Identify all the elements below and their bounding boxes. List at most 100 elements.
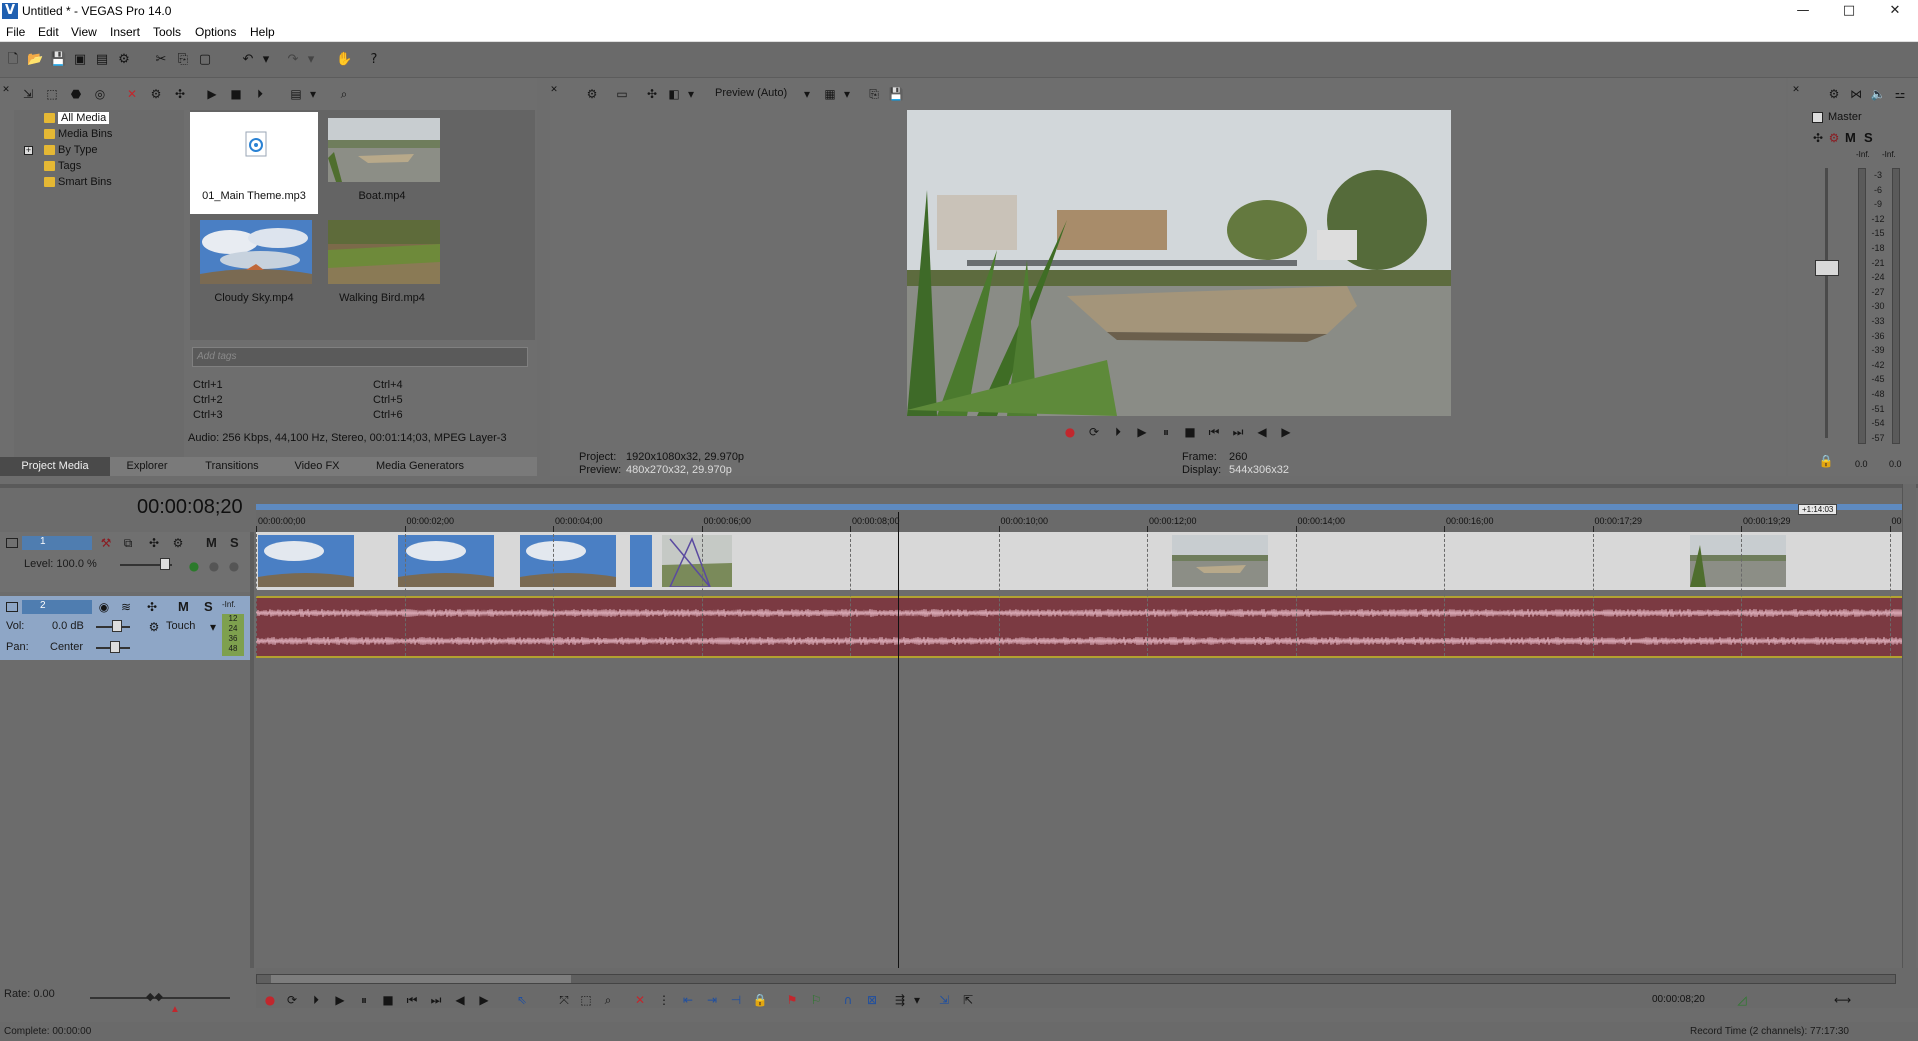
new-project-icon[interactable]: 🗋 [5, 52, 21, 68]
panel-close-icon[interactable]: ✕ [1792, 82, 1800, 98]
video-clip-cloudy-sky-2[interactable] [520, 535, 752, 587]
panel-close-icon[interactable]: ✕ [2, 82, 10, 98]
audio-track-header[interactable]: 2 ◉ ≋ ✣ M S -Inf. Vol: 0.0 dB ⚙ Touch ▾ … [0, 596, 252, 660]
video-preview-frame[interactable] [907, 110, 1451, 416]
menu-file[interactable]: File [6, 25, 25, 39]
stop-icon[interactable]: ■ [1182, 424, 1198, 440]
automation-dropdown-icon[interactable]: ▾ [208, 619, 218, 635]
play-icon[interactable]: ▶ [332, 992, 348, 1008]
track-solo-button[interactable]: S [204, 599, 213, 614]
tab-transitions[interactable]: Transitions [196, 457, 268, 476]
render-icon[interactable]: ▤ [94, 52, 110, 68]
tab-project-media[interactable]: Project Media [0, 457, 110, 476]
media-fx-icon[interactable]: ⚙ [148, 86, 164, 102]
external-monitor-icon[interactable]: ▭ [614, 86, 630, 102]
tab-explorer[interactable]: Explorer [112, 457, 182, 476]
preview-properties-icon[interactable]: ⚙ [584, 86, 600, 102]
menu-options[interactable]: Options [195, 25, 236, 39]
menu-tools[interactable]: Tools [153, 25, 181, 39]
master-settings-icon[interactable]: ⚙ [1826, 130, 1842, 146]
video-clip-cloudy-sky[interactable] [258, 535, 494, 587]
menu-edit[interactable]: Edit [38, 25, 59, 39]
views-icon[interactable]: ▤ [288, 86, 304, 102]
play-media-icon[interactable]: ▶ [204, 86, 220, 102]
panel-close-icon[interactable]: ✕ [550, 82, 558, 98]
track-mute-button[interactable]: M [206, 535, 217, 550]
pan-slider-handle[interactable] [110, 641, 120, 653]
play-icon[interactable]: ▶ [1134, 424, 1150, 440]
track-fx-icon[interactable]: ✣ [146, 535, 162, 551]
collapse-icon[interactable] [6, 538, 18, 548]
insert-region-icon[interactable]: ⚐ [808, 992, 824, 1008]
trim-icon[interactable]: ⋮ [656, 992, 672, 1008]
preview-quality-dropdown-icon[interactable]: ▾ [802, 86, 812, 102]
arm-record-icon[interactable]: ◉ [96, 599, 112, 615]
save-as-icon[interactable]: ▣ [72, 52, 88, 68]
web-media-icon[interactable]: ◎ [92, 86, 108, 102]
video-track[interactable] [256, 532, 1906, 590]
previous-frame-icon[interactable]: ◀ [452, 992, 468, 1008]
loop-region-bar[interactable] [256, 504, 1906, 510]
go-to-end-icon[interactable]: ⏭ [1230, 424, 1246, 440]
close-button[interactable]: ✕ [1872, 0, 1918, 22]
media-item-main-theme[interactable]: 01_Main Theme.mp3 [190, 112, 318, 214]
rate-slider-handle[interactable]: ◆◆ [146, 990, 163, 1003]
paste-icon[interactable]: ▢ [197, 52, 213, 68]
lock-icon[interactable]: 🔒 [1818, 453, 1834, 469]
get-media-icon[interactable]: ⬣ [68, 86, 84, 102]
capture-icon[interactable]: ⬚ [44, 86, 60, 102]
play-from-start-icon[interactable]: ⏵ [1110, 424, 1126, 440]
horizontal-scrollbar[interactable] [256, 974, 1896, 984]
snapping-icon[interactable]: ∩ [840, 992, 856, 1008]
remove-media-icon[interactable]: ✕ [124, 86, 140, 102]
tree-item-all-media[interactable]: All Media [44, 112, 110, 127]
trim-start-icon[interactable]: ⇤ [680, 992, 696, 1008]
compositing-icon[interactable]: ⧉ [120, 535, 136, 551]
mixer-icon[interactable]: ⚍ [1892, 86, 1908, 102]
add-tags-field[interactable]: Add tags [192, 347, 528, 367]
menu-view[interactable]: View [71, 25, 97, 39]
split-screen-dropdown-icon[interactable]: ▾ [686, 86, 696, 102]
tab-video-fx[interactable]: Video FX [284, 457, 350, 476]
speaker-icon[interactable]: 🔈 [1870, 86, 1886, 102]
go-to-start-icon[interactable]: ⏮ [404, 992, 420, 1008]
play-from-start-icon[interactable]: ⏵ [308, 992, 324, 1008]
import-media-icon[interactable]: ⇲ [20, 86, 36, 102]
master-fx-icon[interactable]: ✣ [1810, 130, 1826, 146]
audio-track[interactable] [256, 596, 1906, 658]
media-item-walking-bird[interactable]: Walking Bird.mp4 [318, 214, 446, 316]
preview-quality-select[interactable]: Preview (Auto) [715, 87, 787, 99]
track-fx-icon[interactable]: ✣ [144, 599, 160, 615]
master-checkbox[interactable] [1812, 112, 1823, 123]
selection-tool-icon[interactable]: ⬚ [578, 992, 594, 1008]
track-settings-icon[interactable]: ⚙ [170, 535, 186, 551]
tree-item-smart-bins[interactable]: Smart Bins [44, 176, 112, 191]
composite-parent-icon[interactable]: ● [206, 558, 222, 574]
track-header-divider[interactable] [250, 532, 254, 968]
insert-marker-icon[interactable]: ⚑ [784, 992, 800, 1008]
next-frame-icon[interactable]: ▶ [1278, 424, 1294, 440]
auto-crossfade-icon[interactable]: ⊠ [864, 992, 880, 1008]
track-mute-button[interactable]: M [178, 599, 189, 614]
ignore-grouping-icon[interactable]: ⇱ [960, 992, 976, 1008]
video-track-header[interactable]: 1 ⚒ ⧉ ✣ ⚙ M S Level: 100.0 % ● ● ● [0, 532, 252, 592]
blend-mode-icon[interactable]: ● [186, 558, 202, 574]
trim-end-icon[interactable]: ⇥ [704, 992, 720, 1008]
split-screen-icon[interactable]: ◧ [666, 86, 682, 102]
automation-icon[interactable]: ⚙ [146, 619, 162, 635]
auto-ripple-dropdown-icon[interactable]: ▾ [912, 992, 922, 1008]
whats-this-help-icon[interactable]: ? [366, 52, 382, 68]
master-properties-icon[interactable]: ⚙ [1826, 86, 1842, 102]
record-icon[interactable]: ● [262, 992, 278, 1008]
scroll-thumb[interactable] [271, 975, 571, 983]
envelope-tool-icon[interactable]: ⤧ [556, 992, 572, 1008]
record-icon[interactable]: ● [1062, 424, 1078, 440]
pause-icon[interactable]: ⏸ [356, 992, 372, 1008]
media-item-cloudy-sky[interactable]: Cloudy Sky.mp4 [190, 214, 318, 316]
master-solo-button[interactable]: S [1864, 130, 1873, 145]
master-fader-handle[interactable] [1815, 260, 1839, 276]
properties-icon[interactable]: ⚙ [116, 52, 132, 68]
lock-envelopes-icon[interactable]: ⇲ [936, 992, 952, 1008]
track-motion-icon[interactable]: ⚒ [98, 535, 114, 551]
search-icon[interactable]: ⌕ [336, 86, 352, 102]
